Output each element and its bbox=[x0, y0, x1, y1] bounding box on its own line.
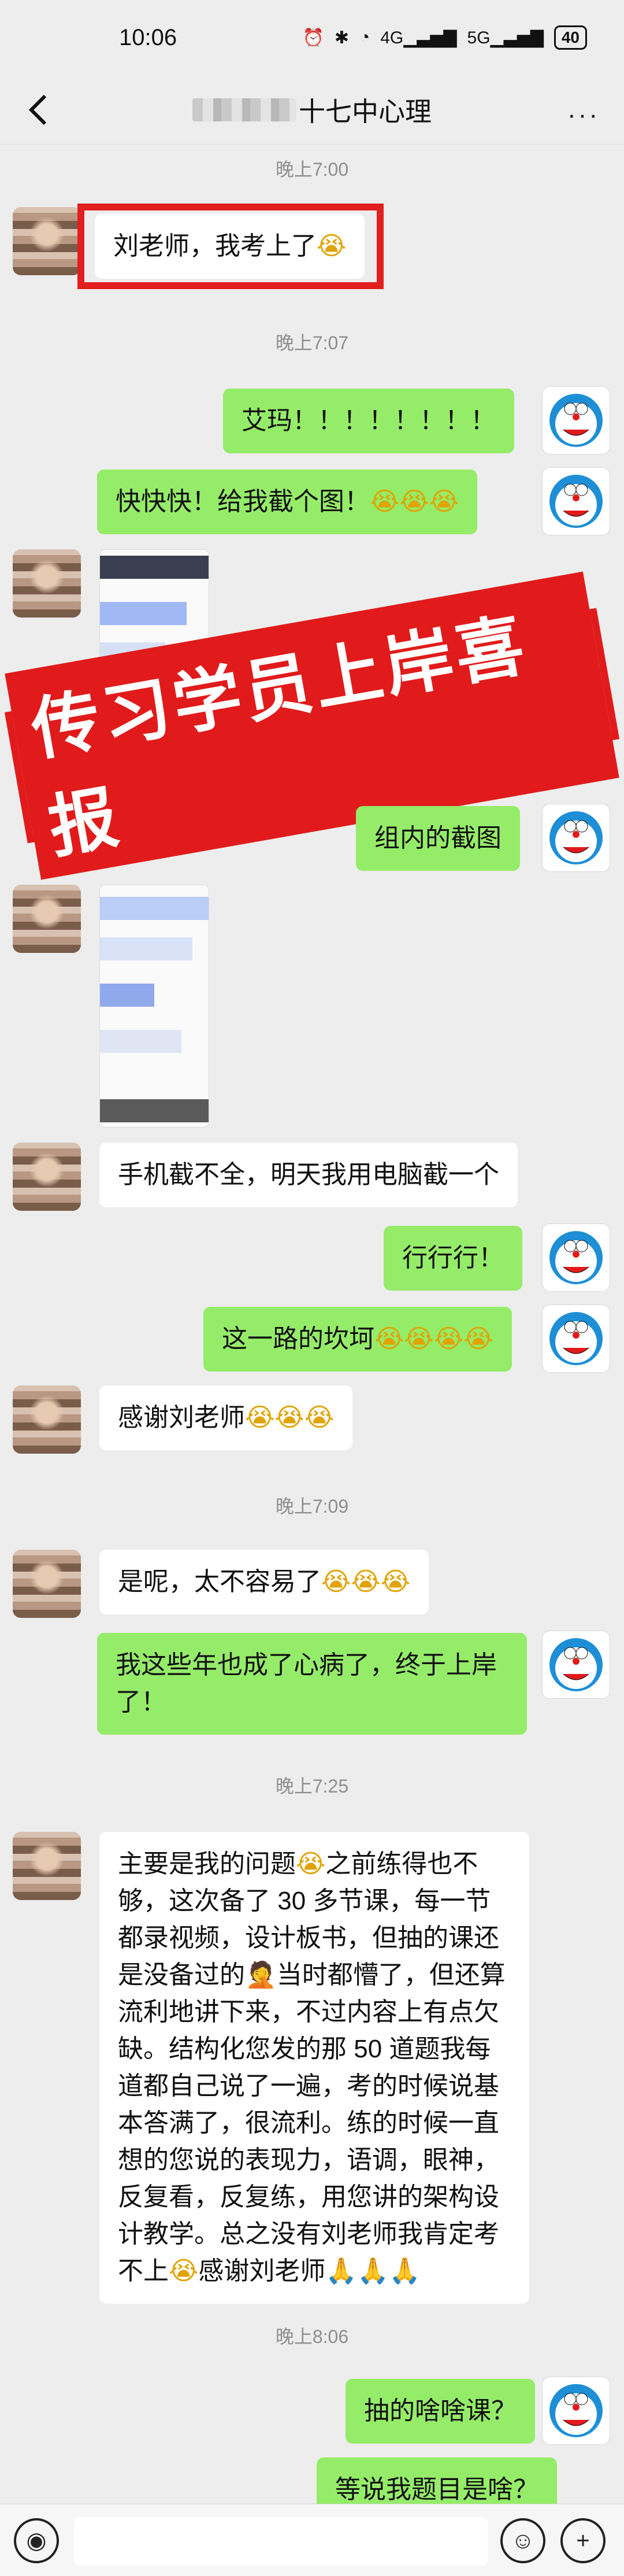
announcement-banner: 传习学员上岸喜报 bbox=[4, 571, 620, 880]
message-bubble[interactable]: 组内的截图 bbox=[356, 806, 520, 871]
doraemon-icon bbox=[549, 2384, 603, 2437]
signal-5g-icon: 5G▁▃▅▇ bbox=[467, 28, 544, 47]
message-input-bar: ◉ ☺ + bbox=[0, 2504, 624, 2576]
chat-title-text: 十七中心理 bbox=[299, 96, 432, 127]
battery-icon: 40 bbox=[554, 25, 587, 50]
message-bubble[interactable]: 手机截不全，明天我用电脑截一个 bbox=[99, 1143, 518, 1207]
timestamp: 晚上7:07 bbox=[275, 332, 349, 353]
signal-4g-icon: 4G▁▃▅▇ bbox=[380, 28, 457, 47]
message-bubble[interactable]: 抽的啥啥课？ bbox=[346, 2379, 535, 2444]
message-bubble[interactable]: 这一路的坎坷😭😭😭😭 bbox=[203, 1307, 512, 1372]
avatar-doraemon[interactable] bbox=[542, 1304, 610, 1373]
emoji-icon[interactable]: ☺ bbox=[500, 2518, 545, 2563]
doraemon-icon bbox=[549, 475, 603, 528]
status-icons: ⏰ ✱ ◔ 4G▁▃▅▇ 5G▁▃▅▇ 40 bbox=[303, 25, 587, 50]
message-bubble[interactable]: 刘老师，我考上了😭 bbox=[95, 214, 365, 279]
doraemon-icon bbox=[549, 394, 603, 447]
doraemon-icon bbox=[549, 1231, 603, 1284]
message-bubble[interactable]: 艾玛！！！！！！！！ bbox=[223, 389, 514, 453]
alarm-icon: ⏰ bbox=[302, 28, 324, 47]
avatar[interactable] bbox=[13, 1143, 81, 1211]
doraemon-icon bbox=[549, 1638, 603, 1691]
blurred-name bbox=[192, 98, 296, 121]
timestamp: 晚上8:06 bbox=[275, 2326, 349, 2347]
screenshot-image[interactable] bbox=[99, 885, 209, 1128]
avatar[interactable] bbox=[13, 207, 81, 275]
banner-text: 传习学员上岸喜报 bbox=[5, 571, 619, 880]
message-bubble[interactable]: 快快快！给我截个图！😭😭😭 bbox=[97, 470, 478, 534]
avatar[interactable] bbox=[13, 549, 81, 618]
status-bar: 10:06 ⏰ ✱ ◔ 4G▁▃▅▇ 5G▁▃▅▇ 40 bbox=[0, 0, 624, 75]
status-time: 10:06 bbox=[119, 24, 177, 50]
doraemon-icon bbox=[549, 1312, 603, 1365]
bluetooth-icon: ✱ bbox=[334, 28, 350, 47]
long-message-bubble[interactable]: 主要是我的问题😭之前练得也不够，这次备了 30 多节课，每一节都录视频，设计板书… bbox=[99, 1832, 529, 2304]
chat-title: 十七中心理 bbox=[192, 91, 432, 129]
message-input[interactable] bbox=[74, 2517, 488, 2566]
message-bubble[interactable]: 我这些年也成了心病了，终于上岸了！ bbox=[97, 1633, 527, 1735]
avatar[interactable] bbox=[13, 1385, 81, 1454]
avatar[interactable] bbox=[13, 1550, 81, 1618]
avatar-doraemon[interactable] bbox=[542, 2377, 610, 2445]
avatar[interactable] bbox=[13, 885, 81, 953]
avatar-doraemon[interactable] bbox=[542, 467, 610, 535]
message-bubble[interactable]: 是呢，太不容易了😭😭😭 bbox=[99, 1550, 429, 1614]
more-icon[interactable]: ··· bbox=[567, 101, 600, 130]
wifi-icon: ◔ bbox=[359, 28, 370, 47]
avatar-doraemon[interactable] bbox=[542, 1631, 610, 1699]
message-bubble[interactable]: 行行行！ bbox=[384, 1226, 522, 1291]
avatar[interactable] bbox=[13, 1832, 81, 1900]
timestamp: 晚上7:25 bbox=[275, 1776, 349, 1797]
avatar-doraemon[interactable] bbox=[542, 386, 610, 454]
timestamp: 晚上7:09 bbox=[275, 1496, 349, 1517]
message-bubble[interactable]: 感谢刘老师😭😭😭 bbox=[99, 1385, 353, 1450]
doraemon-icon bbox=[549, 811, 603, 864]
timestamp: 晚上7:00 bbox=[275, 159, 349, 180]
avatar-doraemon[interactable] bbox=[542, 804, 610, 872]
plus-icon[interactable]: + bbox=[560, 2518, 606, 2563]
avatar-doraemon[interactable] bbox=[542, 1224, 610, 1292]
chat-header: 十七中心理 ··· bbox=[0, 75, 624, 145]
back-icon[interactable] bbox=[22, 91, 57, 128]
voice-icon[interactable]: ◉ bbox=[14, 2518, 59, 2563]
